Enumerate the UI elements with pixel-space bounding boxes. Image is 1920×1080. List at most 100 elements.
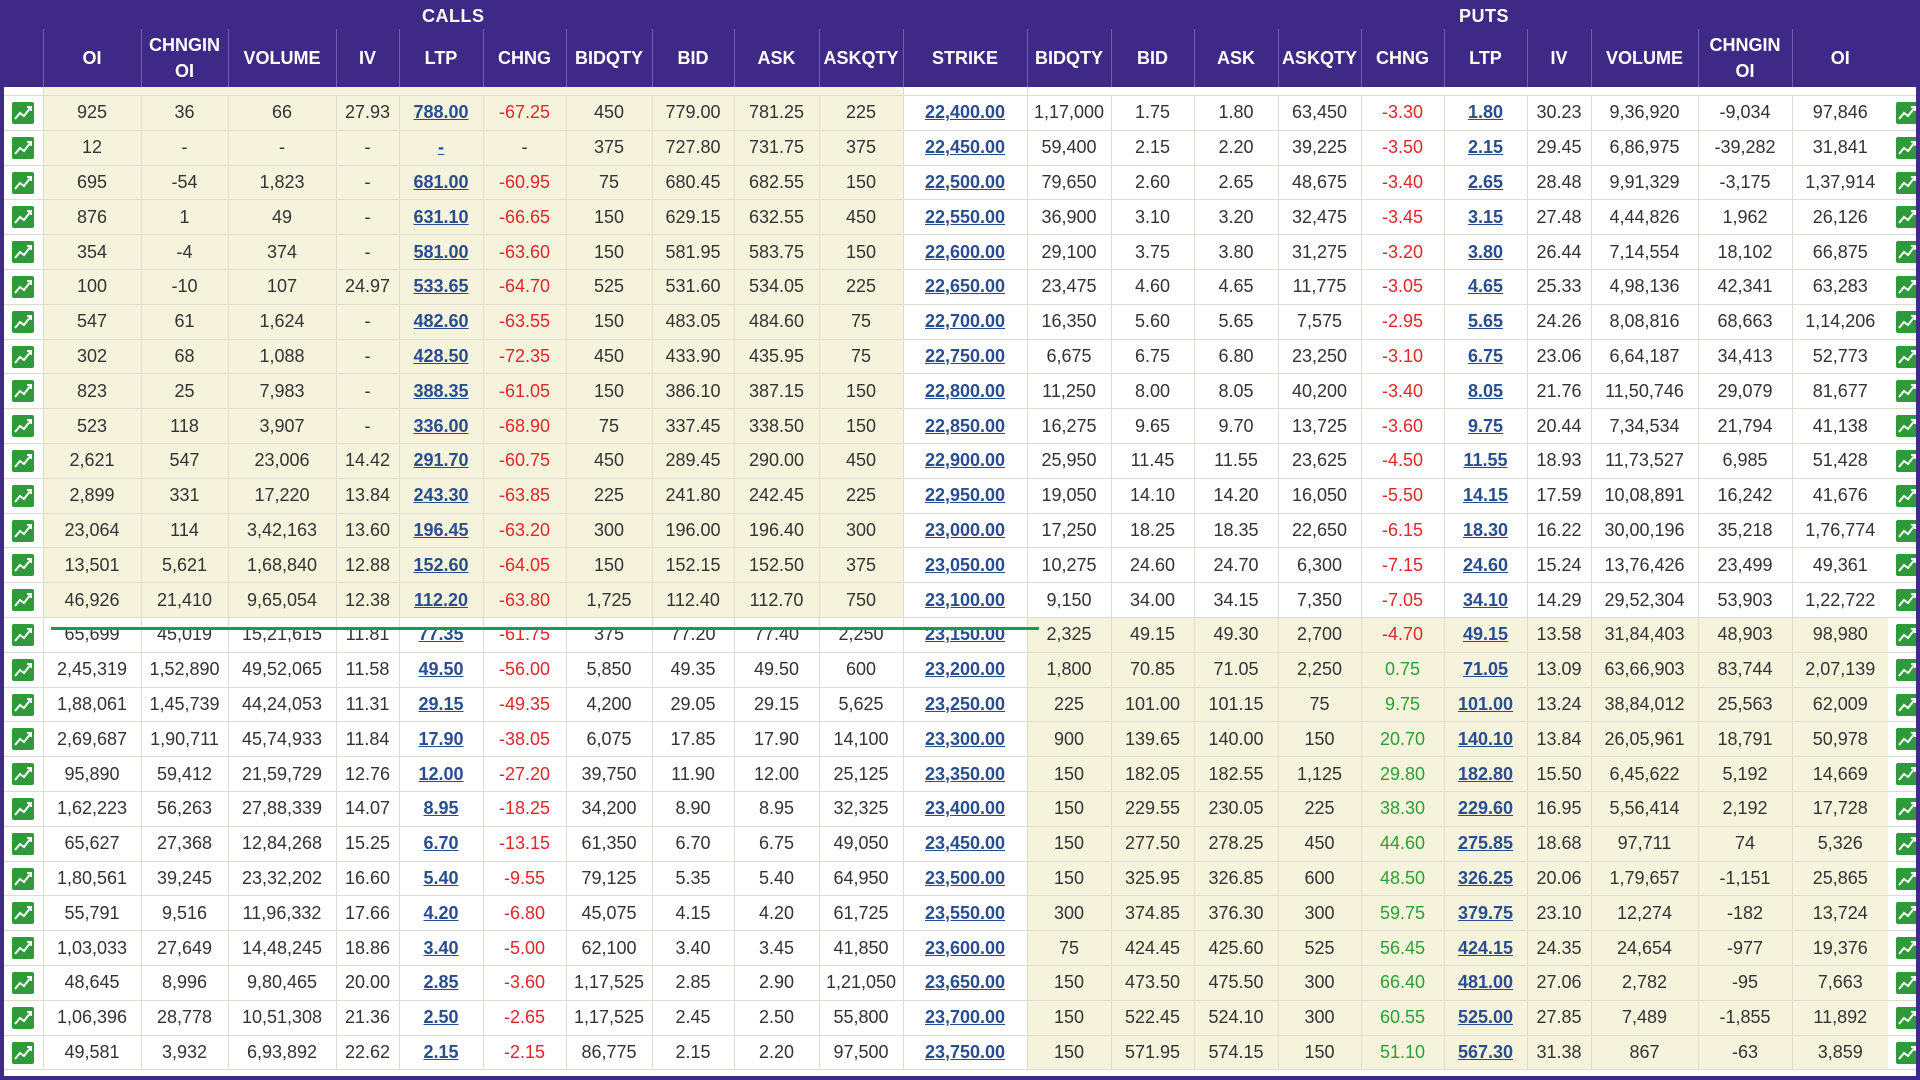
strike-price-link[interactable]: 23,500.00	[925, 868, 1005, 888]
chart-icon[interactable]	[12, 658, 35, 681]
put-ltp-link[interactable]: 3.15	[1468, 207, 1503, 227]
strike-price-link[interactable]: 23,450.00	[925, 833, 1005, 853]
call-ltp-link[interactable]: 5.40	[423, 868, 458, 888]
put-ltp-link[interactable]: 18.30	[1463, 520, 1508, 540]
put-ltp-link[interactable]: 4.65	[1468, 276, 1503, 296]
chart-icon[interactable]	[12, 832, 35, 855]
chart-icon[interactable]	[1895, 937, 1916, 960]
chart-icon[interactable]	[1895, 763, 1916, 786]
chart-icon[interactable]	[1895, 136, 1916, 159]
chart-icon[interactable]	[12, 763, 35, 786]
chart-icon[interactable]	[12, 206, 35, 229]
call-ltp-link[interactable]: 112.20	[414, 590, 468, 610]
chart-icon[interactable]	[1895, 519, 1916, 542]
put-ltp-link[interactable]: 101.00	[1458, 694, 1513, 714]
chart-icon[interactable]	[12, 276, 35, 298]
strike-price-link[interactable]: 23,550.00	[925, 903, 1005, 923]
chart-icon[interactable]	[12, 345, 35, 368]
put-ltp-link[interactable]: 182.80	[1458, 764, 1513, 784]
put-ltp-link[interactable]: 525.00	[1458, 1007, 1513, 1027]
call-ltp-link[interactable]: 533.65	[413, 276, 468, 296]
strike-price-link[interactable]: 22,850.00	[925, 416, 1005, 436]
chart-icon[interactable]	[1895, 728, 1916, 751]
chart-icon[interactable]	[1895, 658, 1916, 681]
chart-icon[interactable]	[1895, 310, 1916, 333]
put-ltp-link[interactable]: 275.85	[1458, 833, 1513, 853]
strike-price-link[interactable]: 23,250.00	[925, 694, 1005, 714]
call-ltp-link[interactable]: 3.40	[423, 938, 458, 958]
chart-icon[interactable]	[1895, 797, 1916, 820]
strike-price-link[interactable]: 23,750.00	[925, 1042, 1005, 1062]
strike-price-link[interactable]: 23,650.00	[925, 972, 1005, 992]
strike-price-link[interactable]: 22,900.00	[925, 450, 1005, 470]
call-ltp-link[interactable]: 17.90	[418, 729, 463, 749]
put-ltp-link[interactable]: 14.15	[1463, 485, 1508, 505]
call-ltp-link[interactable]: -	[438, 137, 444, 157]
chart-icon[interactable]	[1895, 902, 1916, 925]
chart-icon[interactable]	[12, 1041, 35, 1064]
put-ltp-link[interactable]: 2.15	[1468, 137, 1503, 157]
chart-icon[interactable]	[12, 589, 35, 612]
put-ltp-link[interactable]: 11.55	[1463, 450, 1507, 470]
strike-price-link[interactable]: 22,500.00	[925, 172, 1005, 192]
chart-icon[interactable]	[1895, 589, 1916, 612]
chart-icon[interactable]	[12, 554, 35, 577]
call-ltp-link[interactable]: 581.00	[413, 242, 468, 262]
strike-price-link[interactable]: 23,300.00	[925, 729, 1005, 749]
chart-icon[interactable]	[1895, 102, 1916, 125]
chart-icon[interactable]	[1895, 449, 1916, 472]
call-ltp-link[interactable]: 12.00	[418, 764, 463, 784]
strike-price-link[interactable]: 23,350.00	[925, 764, 1005, 784]
call-ltp-link[interactable]: 4.20	[423, 903, 458, 923]
chart-icon[interactable]	[1895, 554, 1916, 577]
call-ltp-link[interactable]: 631.10	[413, 207, 468, 227]
call-ltp-link[interactable]: 6.70	[423, 833, 458, 853]
chart-icon[interactable]	[12, 415, 35, 438]
strike-price-link[interactable]: 23,400.00	[925, 798, 1005, 818]
strike-price-link[interactable]: 23,000.00	[925, 520, 1005, 540]
chart-icon[interactable]	[12, 241, 35, 264]
chart-icon[interactable]	[1895, 206, 1916, 229]
strike-price-link[interactable]: 23,600.00	[925, 938, 1005, 958]
put-ltp-link[interactable]: 567.30	[1458, 1042, 1513, 1062]
put-ltp-link[interactable]: 8.05	[1468, 381, 1503, 401]
chart-icon[interactable]	[12, 1006, 35, 1029]
chart-icon[interactable]	[12, 519, 35, 542]
put-ltp-link[interactable]: 3.80	[1468, 242, 1503, 262]
chart-icon[interactable]	[12, 449, 35, 472]
chart-icon[interactable]	[1895, 415, 1916, 438]
call-ltp-link[interactable]: 482.60	[413, 311, 468, 331]
call-ltp-link[interactable]: 388.35	[413, 381, 468, 401]
chart-icon[interactable]	[12, 102, 35, 125]
chart-icon[interactable]	[12, 971, 35, 994]
chart-icon[interactable]	[12, 136, 35, 159]
call-ltp-link[interactable]: 49.50	[418, 659, 463, 679]
chart-icon[interactable]	[1895, 380, 1916, 403]
chart-icon[interactable]	[1895, 623, 1916, 646]
strike-price-link[interactable]: 22,750.00	[925, 346, 1005, 366]
call-ltp-link[interactable]: 196.45	[413, 520, 468, 540]
call-ltp-link[interactable]: 243.30	[413, 485, 468, 505]
strike-price-link[interactable]: 22,600.00	[925, 242, 1005, 262]
chart-icon[interactable]	[1895, 1006, 1916, 1029]
chart-icon[interactable]	[1895, 867, 1916, 890]
strike-price-link[interactable]: 22,700.00	[925, 311, 1005, 331]
chart-icon[interactable]	[12, 902, 35, 925]
put-ltp-link[interactable]: 6.75	[1468, 346, 1503, 366]
strike-price-link[interactable]: 22,950.00	[925, 485, 1005, 505]
chart-icon[interactable]	[1895, 241, 1916, 264]
put-ltp-link[interactable]: 229.60	[1458, 798, 1513, 818]
put-ltp-link[interactable]: 2.65	[1468, 172, 1503, 192]
put-ltp-link[interactable]: 34.10	[1463, 590, 1508, 610]
chart-icon[interactable]	[12, 867, 35, 890]
call-ltp-link[interactable]: 291.70	[413, 450, 468, 470]
chart-icon[interactable]	[12, 623, 35, 646]
chart-icon[interactable]	[1895, 276, 1916, 298]
call-ltp-link[interactable]: 2.15	[423, 1042, 458, 1062]
chart-icon[interactable]	[1895, 345, 1916, 368]
strike-price-link[interactable]: 22,650.00	[925, 276, 1005, 296]
put-ltp-link[interactable]: 24.60	[1463, 555, 1508, 575]
put-ltp-link[interactable]: 1.80	[1468, 102, 1503, 122]
chart-icon[interactable]	[1895, 971, 1916, 994]
call-ltp-link[interactable]: 788.00	[413, 102, 468, 122]
